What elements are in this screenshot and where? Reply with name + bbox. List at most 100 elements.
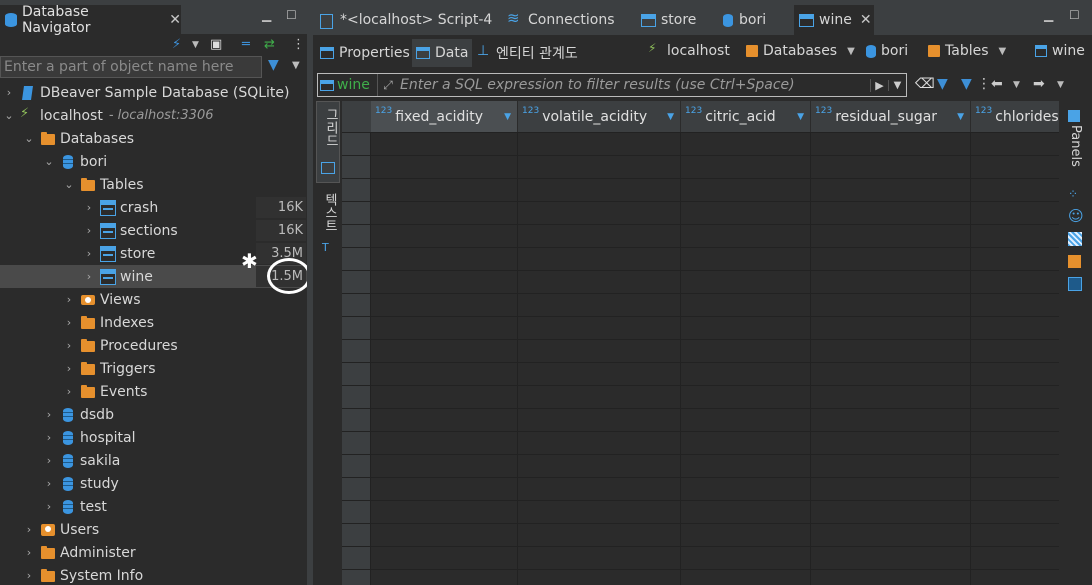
apply-filter-icon[interactable]: ▶: [870, 78, 888, 92]
results-grid[interactable]: 123 fixed_acidity ▼ 123 volatile_acidity ▼ 123…: [342, 101, 1059, 585]
expand-icon[interactable]: ⤢: [378, 78, 398, 93]
tab-properties[interactable]: Properties: [316, 39, 414, 67]
filter-icon[interactable]: ▼: [961, 76, 972, 92]
chevron-right-icon[interactable]: ›: [64, 362, 74, 375]
chevron-down-icon[interactable]: ▼: [1057, 80, 1064, 90]
tree-item-administer[interactable]: › Administer: [0, 541, 307, 564]
chevron-right-icon[interactable]: ›: [64, 293, 74, 306]
chevron-right-icon[interactable]: ›: [24, 546, 34, 559]
column-sort-icon[interactable]: ▼: [957, 112, 964, 122]
tree-item-localhost[interactable]: ⌄ localhost - localhost:3306: [0, 104, 307, 127]
navigator-filter-input[interactable]: [0, 56, 262, 78]
more-menu-icon[interactable]: ⋮: [977, 76, 991, 92]
tree-item-views[interactable]: › Views: [0, 288, 307, 311]
column-header-chlorides[interactable]: 123 chlorides: [971, 101, 1059, 132]
tab-data[interactable]: Data: [412, 39, 473, 67]
metadata-icon[interactable]: ☺: [1068, 209, 1084, 224]
chevron-down-icon[interactable]: ⌄: [64, 178, 74, 191]
tree-item-sections[interactable]: › sections 16K: [0, 219, 307, 242]
tree-item-study[interactable]: › study: [0, 472, 307, 495]
breadcrumb-databases[interactable]: Databases ▼: [746, 43, 855, 59]
tree-item-users[interactable]: › Users: [0, 518, 307, 541]
minimize-icon[interactable]: ▁: [1044, 8, 1053, 22]
breadcrumb-localhost[interactable]: localhost: [648, 41, 730, 59]
close-icon[interactable]: ✕: [169, 12, 181, 28]
tab-connections[interactable]: Connections: [503, 5, 629, 35]
maximize-icon[interactable]: ☐: [286, 8, 297, 22]
column-header-volatile-acidity[interactable]: 123 volatile_acidity ▼: [518, 101, 681, 132]
panels-label[interactable]: Panels: [1068, 125, 1083, 167]
close-icon[interactable]: ✕: [860, 12, 872, 28]
chevron-down-icon[interactable]: ▼: [847, 46, 855, 57]
tab-er-diagram[interactable]: 엔티티 관계도: [473, 39, 582, 67]
link-editor-icon[interactable]: ⇄: [264, 37, 275, 52]
more-menu-icon[interactable]: ⋮: [292, 37, 305, 52]
chevron-right-icon[interactable]: ›: [64, 316, 74, 329]
tab-grid-view[interactable]: 그리드: [316, 101, 340, 183]
column-header-residual-sugar[interactable]: 123 residual_sugar ▼: [811, 101, 971, 132]
chevron-right-icon[interactable]: ›: [84, 201, 94, 214]
tree-item-bori[interactable]: ⌄ bori: [0, 150, 307, 173]
chevron-down-icon[interactable]: ▼: [292, 60, 300, 71]
tree-item-crash[interactable]: › crash 16K: [0, 196, 307, 219]
tab-store[interactable]: store: [636, 5, 706, 35]
tree-item-triggers[interactable]: › Triggers: [0, 357, 307, 380]
column-header-citric-acid[interactable]: 123 citric_acid ▼: [681, 101, 811, 132]
folder-icon[interactable]: ▣: [210, 37, 222, 52]
chevron-right-icon[interactable]: ›: [84, 247, 94, 260]
tab-script-4[interactable]: *<localhost> Script-4: [315, 5, 498, 35]
breadcrumb-bori[interactable]: bori: [866, 43, 908, 59]
breadcrumb-wine[interactable]: wine: [1035, 43, 1085, 59]
filter-settings-icon[interactable]: ▼: [937, 76, 948, 92]
tree-item-indexes[interactable]: › Indexes: [0, 311, 307, 334]
column-sort-icon[interactable]: ▼: [797, 112, 804, 122]
panels-icon[interactable]: [1068, 110, 1080, 122]
chevron-right-icon[interactable]: ›: [4, 86, 14, 99]
chevron-right-icon[interactable]: ›: [24, 523, 34, 536]
chevron-right-icon[interactable]: ›: [44, 477, 54, 490]
tree-item-hospital[interactable]: › hospital: [0, 426, 307, 449]
tab-wine[interactable]: wine ✕: [794, 5, 874, 35]
chevron-right-icon[interactable]: ›: [44, 500, 54, 513]
tree-item-system-info[interactable]: › System Info: [0, 564, 307, 585]
back-arrow-icon[interactable]: ⬅: [991, 76, 1003, 92]
chevron-down-icon[interactable]: ▼: [999, 46, 1007, 57]
chevron-right-icon[interactable]: ›: [44, 408, 54, 421]
tree-item-tables[interactable]: ⌄ Tables: [0, 173, 307, 196]
forward-arrow-icon[interactable]: ➡: [1033, 76, 1045, 92]
tree-item-dbeaver-sample-database-sqlite[interactable]: › DBeaver Sample Database (SQLite): [0, 81, 307, 104]
minimize-icon[interactable]: ▁: [262, 8, 271, 22]
sql-filter-input[interactable]: [398, 74, 870, 96]
breadcrumb-tables[interactable]: Tables ▼: [928, 43, 1006, 59]
chevron-down-icon[interactable]: ⌄: [44, 155, 54, 168]
navigator-tab[interactable]: Database Navigator ✕: [0, 4, 181, 36]
chevron-right-icon[interactable]: ›: [64, 385, 74, 398]
chevron-right-icon[interactable]: ›: [44, 454, 54, 467]
collapse-all-icon[interactable]: ═: [242, 37, 250, 52]
tree-item-dsdb[interactable]: › dsdb: [0, 403, 307, 426]
chevron-right-icon[interactable]: ›: [84, 270, 94, 283]
tree-item-wine[interactable]: › wine 1.5M: [0, 265, 307, 288]
filter-icon[interactable]: ▼: [268, 57, 279, 73]
column-sort-icon[interactable]: ▼: [504, 112, 511, 122]
eraser-icon[interactable]: ⌫: [915, 76, 935, 92]
column-sort-icon[interactable]: ▼: [667, 112, 674, 122]
tree-item-sakila[interactable]: › sakila: [0, 449, 307, 472]
tree-item-databases[interactable]: ⌄ Databases: [0, 127, 307, 150]
calc-icon[interactable]: [1068, 255, 1081, 268]
filter-entity[interactable]: wine: [318, 74, 378, 96]
chevron-down-icon[interactable]: ▼: [192, 40, 199, 50]
filter-history-icon[interactable]: ▼: [888, 79, 906, 91]
value-viewer-icon[interactable]: ⁘: [1068, 187, 1082, 201]
chevron-down-icon[interactable]: ⌄: [24, 132, 34, 145]
tree-item-procedures[interactable]: › Procedures: [0, 334, 307, 357]
chevron-right-icon[interactable]: ›: [84, 224, 94, 237]
maximize-icon[interactable]: ☐: [1069, 8, 1080, 22]
grouping-icon[interactable]: [1068, 232, 1082, 246]
chevron-down-icon[interactable]: ⌄: [4, 109, 14, 122]
chevron-down-icon[interactable]: ▼: [1013, 80, 1020, 90]
tab-bori[interactable]: bori: [718, 5, 788, 35]
tab-text-view[interactable]: 텍스트 T: [316, 189, 340, 259]
tree-item-events[interactable]: › Events: [0, 380, 307, 403]
tree-item-store[interactable]: › store 3.5M: [0, 242, 307, 265]
